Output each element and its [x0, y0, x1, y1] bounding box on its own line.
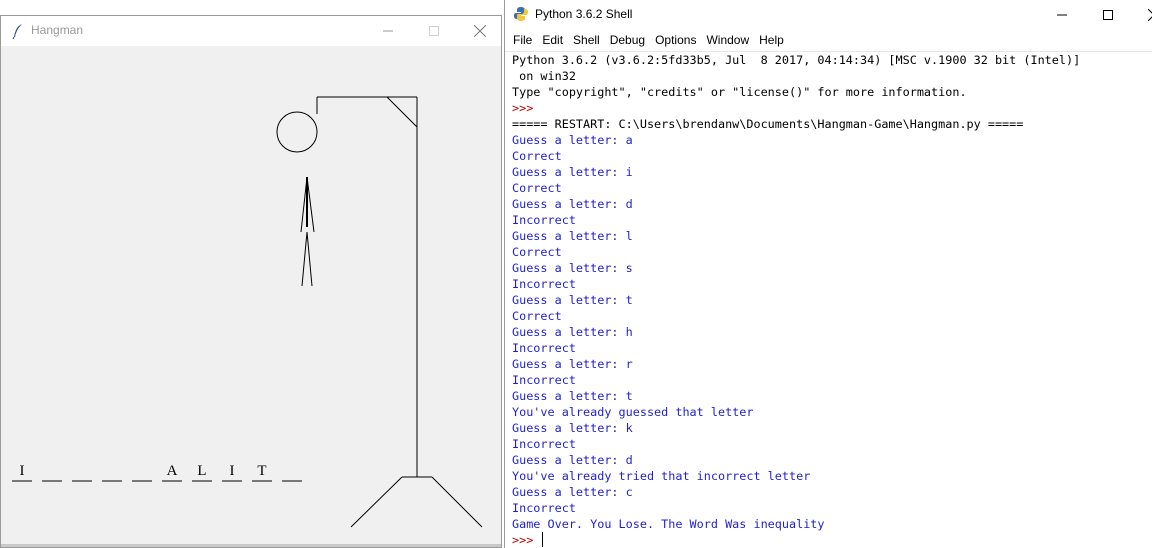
word-slot-letter: I: [230, 463, 235, 479]
shell-line: Guess a letter: d: [512, 453, 633, 467]
minimize-icon: [1057, 14, 1067, 16]
menu-help[interactable]: Help: [757, 33, 790, 47]
shell-line: Guess a letter: l: [512, 229, 633, 243]
window-bottom-edge: [1, 544, 501, 547]
close-icon: [474, 25, 486, 37]
python-icon: [514, 7, 528, 21]
word-slot-letter: L: [197, 463, 206, 479]
hangman-figure: [276, 111, 318, 287]
close-button[interactable]: [457, 16, 501, 46]
shell-line: Guess a letter: k: [512, 421, 633, 435]
minimize-button[interactable]: [1039, 0, 1085, 30]
shell-line: Guess a letter: s: [512, 261, 633, 275]
shell-line: Python 3.6.2 (v3.6.2:5fd33b5, Jul 8 2017…: [512, 53, 1081, 67]
maximize-button[interactable]: [1085, 0, 1131, 30]
shell-line: Guess a letter: t: [512, 293, 633, 307]
shell-titlebar[interactable]: Python 3.6.2 Shell: [505, 0, 1152, 30]
shell-line: Incorrect: [512, 373, 576, 387]
figure-right-arm: [306, 176, 315, 233]
text-cursor: [542, 532, 544, 547]
shell-line: Correct: [512, 181, 562, 195]
shell-line: >>>: [512, 101, 541, 115]
feather-icon: [12, 24, 22, 39]
hangman-titlebar[interactable]: Hangman: [1, 16, 501, 46]
shell-line: Correct: [512, 245, 562, 259]
hangman-window: Hangman I A L I T: [0, 15, 502, 548]
shell-line: Correct: [512, 309, 562, 323]
shell-line: Correct: [512, 149, 562, 163]
shell-line: on win32: [512, 69, 576, 83]
figure-right-leg: [306, 231, 313, 287]
menu-edit[interactable]: Edit: [540, 33, 569, 47]
menu-file[interactable]: File: [511, 33, 538, 47]
shell-line: Incorrect: [512, 277, 576, 291]
shell-line: You've already tried that incorrect lett…: [512, 469, 811, 483]
shell-prompt-line[interactable]: >>>: [512, 532, 1152, 548]
figure-head: [276, 111, 318, 153]
menu-shell[interactable]: Shell: [571, 33, 606, 47]
menu-debug[interactable]: Debug: [608, 33, 651, 47]
shell-line: You've already guessed that letter: [512, 405, 754, 419]
shell-prompt: >>>: [512, 533, 541, 547]
maximize-button[interactable]: [411, 16, 457, 46]
shell-line: Incorrect: [512, 341, 576, 355]
gallows: [316, 96, 483, 528]
shell-line: Type "copyright", "credits" or "license(…: [512, 85, 967, 99]
shell-line: Guess a letter: d: [512, 197, 633, 211]
shell-line: Guess a letter: i: [512, 165, 633, 179]
shell-line: Incorrect: [512, 437, 576, 451]
maximize-icon: [429, 26, 439, 36]
word-slot-letter: A: [167, 463, 178, 479]
word-slot-letter: I: [20, 463, 25, 479]
menu-bar: File Edit Shell Debug Options Window Hel…: [505, 30, 1152, 50]
maximize-icon: [1103, 10, 1113, 20]
menu-options[interactable]: Options: [653, 33, 702, 47]
shell-line: Guess a letter: h: [512, 325, 633, 339]
shell-output[interactable]: Python 3.6.2 (v3.6.2:5fd33b5, Jul 8 2017…: [505, 51, 1152, 548]
python-shell-window: Python 3.6.2 Shell File Edit Shell Debug…: [504, 0, 1152, 548]
shell-line: Guess a letter: a: [512, 133, 633, 147]
shell-line: Incorrect: [512, 501, 576, 515]
window-title: Python 3.6.2 Shell: [535, 7, 633, 21]
shell-line: Incorrect: [512, 213, 576, 227]
word-slots: IALIT: [12, 463, 302, 482]
shell-line: Game Over. You Lose. The Word Was inequa…: [512, 517, 825, 531]
shell-line: Guess a letter: c: [512, 485, 633, 499]
close-button[interactable]: [1131, 0, 1152, 30]
word-slot-letter: T: [257, 463, 266, 479]
shell-line: ===== RESTART: C:\Users\brendanw\Documen…: [512, 117, 1024, 131]
figure-left-leg: [301, 231, 308, 287]
close-icon: [1148, 9, 1152, 21]
shell-line: Guess a letter: r: [512, 357, 633, 371]
minimize-icon: [383, 30, 393, 32]
hangman-canvas: IALIT: [12, 96, 483, 528]
shell-line: Guess a letter: t: [512, 389, 633, 403]
window-title: Hangman: [31, 23, 84, 37]
menu-window[interactable]: Window: [704, 33, 755, 47]
minimize-button[interactable]: [365, 16, 411, 46]
